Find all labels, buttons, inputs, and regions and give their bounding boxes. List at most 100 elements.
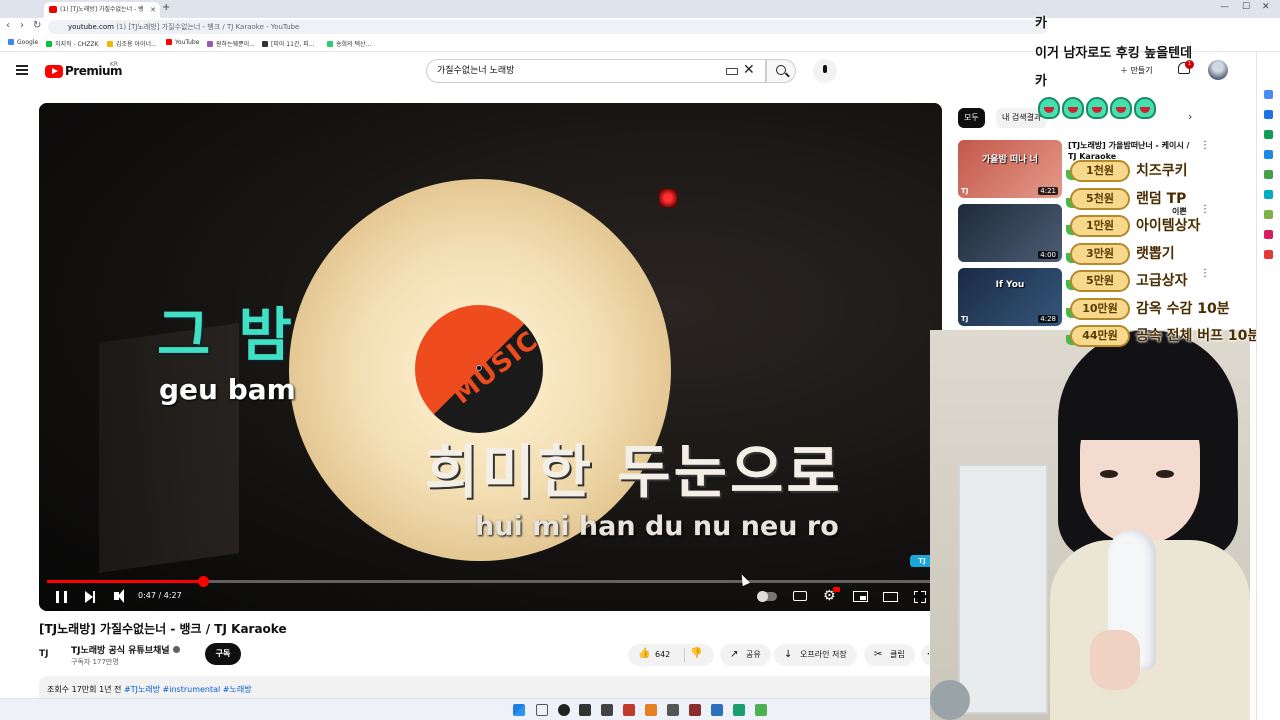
more-options-icon[interactable]: ⋮ (1200, 204, 1210, 215)
side-panel-app-icon[interactable] (1264, 210, 1273, 219)
progress-fill (47, 580, 204, 583)
dislike-icon[interactable]: 👎 (690, 648, 702, 659)
chrome-icon[interactable] (733, 704, 745, 716)
next-icon[interactable] (85, 591, 95, 603)
channel-name[interactable]: TJ노래방 공식 유튜브채널 (71, 643, 180, 656)
hashtags[interactable]: #TJ노래방 #instrumental #노래방 (124, 685, 252, 694)
maximize-icon[interactable]: ☐ (1242, 2, 1250, 12)
lyric-line1-romanized: geu bam (159, 373, 296, 406)
side-panel-app-icon[interactable] (1264, 110, 1273, 119)
donation-amount: 1천원 (1070, 160, 1130, 182)
subtitles-icon[interactable] (793, 591, 807, 601)
side-panel-app-icon[interactable] (1264, 230, 1273, 239)
youtube-logo-icon[interactable] (45, 65, 63, 78)
donation-reward: 아이템상자 (1136, 218, 1201, 234)
lyric-line1-korean: 그 밤 (157, 301, 296, 369)
search-button[interactable] (766, 59, 796, 83)
side-panel-app-icon[interactable] (1264, 170, 1273, 179)
verified-icon (172, 646, 180, 653)
donation-reward: 고급상자 (1136, 273, 1188, 289)
recommendation-thumbnail[interactable]: If You TJ 4:28 (958, 268, 1062, 326)
bookmark-favicon-icon (207, 41, 213, 47)
new-tab-icon[interactable]: + (162, 2, 170, 13)
pause-icon[interactable] (56, 591, 67, 603)
minimize-icon[interactable]: — (1220, 2, 1229, 12)
clip-button[interactable]: ✂ 클립 (864, 644, 915, 666)
volume-icon[interactable] (114, 589, 124, 603)
chevron-right-icon[interactable]: › (1188, 110, 1192, 123)
subscribe-button[interactable]: 구독 (205, 643, 241, 665)
address-bar[interactable]: youtube.com (1) [TJ노래방] 가질수없는너 - 뱅크 / TJ… (48, 20, 1048, 34)
app-icon[interactable] (579, 704, 591, 716)
side-panel-app-icon[interactable] (1264, 250, 1273, 259)
donation-amount: 44만원 (1070, 325, 1130, 347)
forward-icon[interactable]: › (20, 20, 24, 31)
donation-amount: 3만원 (1070, 242, 1130, 265)
download-button[interactable]: ↓ 오프라인 저장 (774, 644, 857, 666)
back-icon[interactable]: ‹ (6, 20, 10, 31)
reload-icon[interactable]: ↻ (33, 20, 41, 31)
avatar[interactable] (1208, 60, 1228, 80)
miniplayer-icon[interactable] (853, 591, 868, 602)
donation-reward: 감옥 수감 10분 (1136, 300, 1230, 317)
app-icon[interactable] (623, 704, 635, 716)
channel-name-text: TJ노래방 공식 유튜브채널 (71, 646, 170, 656)
search-taskbar-icon[interactable] (536, 704, 548, 716)
more-options-icon[interactable]: ⋮ (1200, 140, 1210, 151)
bookmark-item[interactable]: Google (8, 39, 38, 46)
create-label: 만들기 (1130, 66, 1153, 75)
keyboard-icon[interactable] (726, 68, 738, 75)
app-icon[interactable] (558, 704, 570, 716)
bookmark-item[interactable]: 숑희의 텍산... (327, 39, 371, 48)
channel-logo[interactable]: TJ (39, 644, 63, 664)
app-icon[interactable] (711, 704, 723, 716)
create-button[interactable]: ＋ 만들기 (1110, 61, 1163, 81)
donation-amount: 5천원 (1070, 187, 1130, 210)
voice-search-icon[interactable] (813, 59, 837, 83)
bookmark-item[interactable]: 치지직 - CHZZK (46, 39, 98, 48)
lyric-line2-romanized: hui mi han du nu neu ro (475, 511, 839, 542)
bookmark-label: 치지직 - CHZZK (55, 41, 99, 48)
like-count[interactable]: 642 (655, 644, 670, 666)
recommendation-title[interactable]: [TJ노래방] 가을밤떠난너 - 케이시 / TJ Karaoke (1068, 140, 1192, 162)
bookmark-item[interactable]: 김조용 아이너... (107, 39, 157, 48)
emote-icon (1110, 97, 1132, 119)
like-icon[interactable]: 👍 (638, 648, 650, 659)
recommendation-thumbnail[interactable]: 4:00 (958, 204, 1062, 262)
recommendation-thumbnail[interactable]: 가을밤 떠나 너 TJ 4:21 (958, 140, 1062, 198)
side-panel-app-icon[interactable] (1264, 150, 1273, 159)
app-icon[interactable] (689, 704, 701, 716)
subscriber-count: 구독자 177만명 (71, 658, 119, 666)
app-icon[interactable] (667, 704, 679, 716)
lyric-line2-korean: 희미한 두눈으로 (425, 438, 843, 506)
theater-mode-icon[interactable] (883, 592, 898, 602)
search-input[interactable]: 가질수없는너 노래방 (426, 59, 766, 83)
fullscreen-icon[interactable] (913, 590, 927, 604)
time-total: 4:27 (163, 591, 182, 600)
app-icon[interactable] (755, 704, 767, 716)
bookmark-item[interactable]: 원하는웨뿐이... (207, 39, 255, 48)
bookmark-item[interactable]: [피아 11간, 피... (262, 39, 315, 48)
app-icon[interactable] (601, 704, 613, 716)
start-menu-icon[interactable] (513, 704, 525, 716)
app-icon[interactable] (645, 704, 657, 716)
browser-tab[interactable]: (1) [TJ노래방] 가질수없는너 - 뱅 ✕ (44, 2, 160, 18)
more-options-icon[interactable]: ⋮ (1200, 268, 1210, 279)
share-button[interactable]: ↗ 공유 (720, 644, 771, 666)
bookmark-favicon-icon (262, 41, 268, 47)
video-player[interactable]: MUSIC 그 밤 geu bam 희미한 두눈으로 hui mi han du… (39, 103, 942, 611)
bookmark-item[interactable]: YouTube (166, 39, 199, 46)
donation-reward: 랫뽑기 (1136, 245, 1175, 262)
clear-search-icon[interactable]: ✕ (743, 62, 755, 78)
chat-message: 이거 남자로도 후킹 높을텐데 (1035, 46, 1193, 61)
chip-all[interactable]: 모두 (958, 108, 985, 128)
close-window-icon[interactable]: ✕ (1262, 2, 1270, 12)
menu-icon[interactable] (16, 65, 28, 75)
tab-close-icon[interactable]: ✕ (150, 2, 156, 18)
side-panel-app-icon[interactable] (1264, 130, 1273, 139)
autoplay-toggle[interactable] (757, 591, 777, 602)
bookmark-label: YouTube (175, 39, 200, 46)
notification-badge: 1 (1185, 60, 1194, 69)
side-panel-app-icon[interactable] (1264, 190, 1273, 199)
side-panel-app-icon[interactable] (1264, 90, 1273, 99)
